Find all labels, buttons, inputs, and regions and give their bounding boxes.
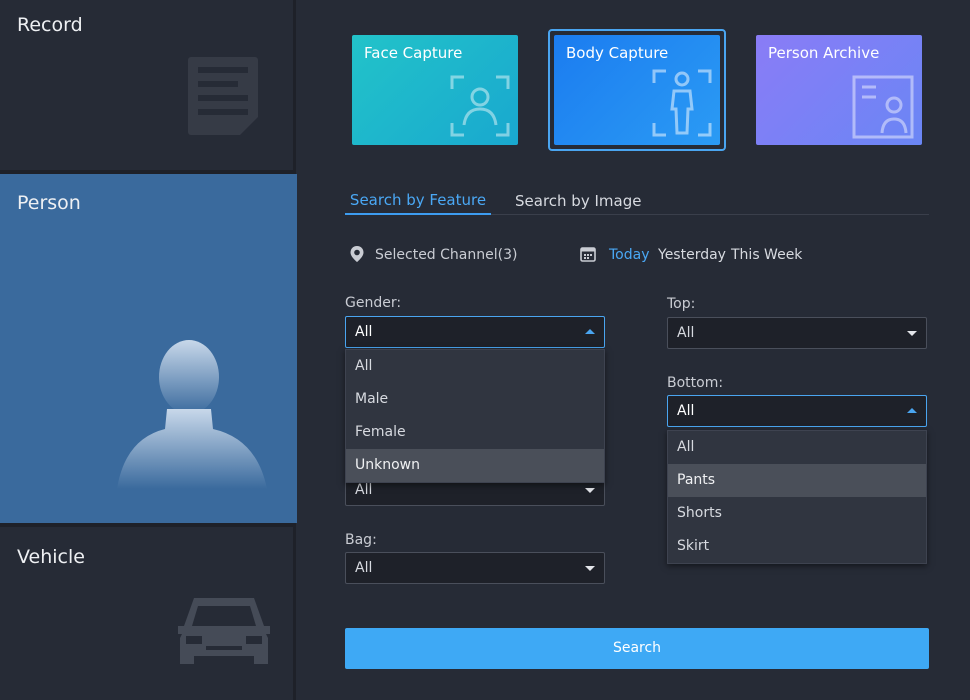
car-icon	[178, 598, 270, 664]
document-icon	[188, 57, 258, 135]
person-archive-card[interactable]: Person Archive	[756, 35, 922, 145]
bottom-select[interactable]: All	[667, 395, 927, 427]
selected-channel-link[interactable]: Selected Channel(3)	[375, 247, 517, 263]
tab-search-by-feature[interactable]: Search by Feature	[345, 185, 491, 215]
gender-select-value: All	[355, 324, 373, 340]
sidebar-item-record[interactable]: Record	[0, 0, 293, 170]
bag-select[interactable]: All	[345, 552, 605, 584]
card-title: Person Archive	[768, 44, 880, 62]
caret-down-icon	[585, 566, 595, 571]
body-capture-card[interactable]: Body Capture	[554, 35, 720, 145]
top-select-value: All	[677, 325, 695, 341]
caret-up-icon	[907, 408, 917, 413]
bottom-dropdown: All Pants Shorts Skirt	[667, 430, 927, 564]
location-pin-icon[interactable]	[349, 245, 365, 263]
face-capture-card[interactable]: Face Capture	[352, 35, 518, 145]
bottom-option-pants[interactable]: Pants	[668, 464, 926, 497]
search-button[interactable]: Search	[345, 628, 929, 669]
gender-dropdown: All Male Female Unknown	[345, 349, 605, 483]
gender-option-all[interactable]: All	[346, 350, 604, 383]
top-select[interactable]: All	[667, 317, 927, 349]
card-title: Body Capture	[566, 44, 669, 62]
sidebar-item-person[interactable]: Person	[0, 174, 297, 523]
gender-option-male[interactable]: Male	[346, 383, 604, 416]
gender-label: Gender:	[345, 295, 402, 311]
date-today-option[interactable]: Today	[609, 247, 650, 263]
bottom-select-value: All	[677, 403, 695, 419]
tab-search-by-image[interactable]: Search by Image	[515, 185, 641, 215]
archive-card-icon	[852, 75, 914, 139]
person-silhouette-icon	[117, 340, 267, 489]
card-title: Face Capture	[364, 44, 463, 62]
bottom-option-all[interactable]: All	[668, 431, 926, 464]
bottom-option-shorts[interactable]: Shorts	[668, 497, 926, 530]
face-frame-icon	[450, 75, 510, 137]
calendar-icon[interactable]	[580, 246, 596, 262]
date-this-week-option[interactable]: This Week	[731, 247, 802, 263]
top-label: Top:	[667, 296, 696, 312]
caret-up-icon	[585, 329, 595, 334]
sidebar-item-vehicle[interactable]: Vehicle	[0, 527, 293, 700]
body-frame-icon	[652, 69, 712, 137]
sidebar-item-label: Vehicle	[17, 546, 85, 568]
date-yesterday-option[interactable]: Yesterday	[658, 247, 726, 263]
gender-option-female[interactable]: Female	[346, 416, 604, 449]
bag-select-value: All	[355, 560, 373, 576]
sidebar-item-label: Record	[17, 14, 83, 36]
sidebar-item-label: Person	[17, 192, 81, 214]
bottom-option-skirt[interactable]: Skirt	[668, 530, 926, 563]
sidebar: Record Person Vehicle	[0, 0, 297, 700]
search-tabs: Search by Feature Search by Image	[345, 185, 929, 215]
gender-option-unknown[interactable]: Unknown	[346, 449, 604, 482]
bottom-label: Bottom:	[667, 375, 724, 391]
caret-down-icon	[907, 331, 917, 336]
bag-label: Bag:	[345, 532, 377, 548]
attribute-select-value: All	[355, 482, 373, 498]
gender-select[interactable]: All	[345, 316, 605, 348]
caret-down-icon	[585, 488, 595, 493]
